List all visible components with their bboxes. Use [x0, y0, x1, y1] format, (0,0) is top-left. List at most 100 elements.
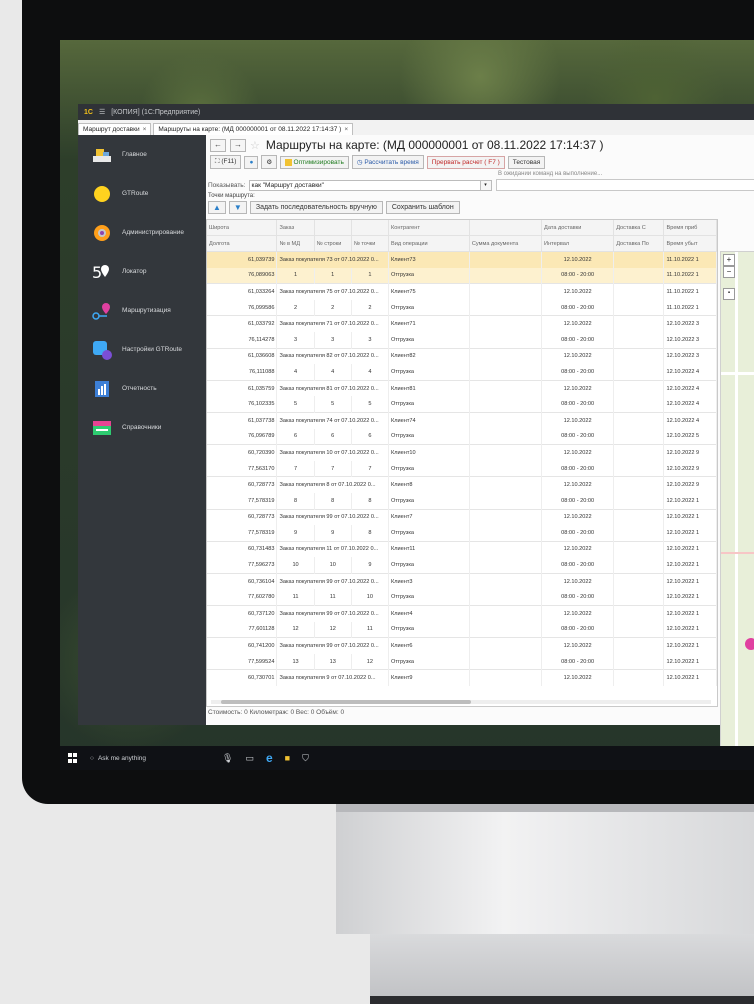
back-button[interactable]: ←	[210, 138, 226, 152]
task-view-icon[interactable]: ▭	[245, 753, 254, 764]
sidebar-item-gtroute[interactable]: GTRoute	[78, 174, 206, 213]
column-header[interactable]: Широта	[207, 220, 278, 236]
column-header[interactable]	[469, 220, 543, 236]
move-down-button[interactable]: ▼	[228, 201, 247, 214]
column-header[interactable]: Время убыт	[663, 235, 717, 252]
table-row[interactable]: 60,737120 Заказ покупателя 99 от 07.10.20…	[207, 605, 717, 622]
optimize-button[interactable]: ▬ Оптимизировать	[280, 155, 349, 169]
command-field[interactable]	[496, 179, 754, 191]
tab-delivery-route[interactable]: Маршрут доставки ×	[78, 123, 152, 135]
column-header[interactable]	[351, 220, 389, 236]
table-row[interactable]: 76,099586 2 2 2 Отгрузка 08:00 - 20:00 11.10.2…	[207, 299, 717, 316]
show-select[interactable]: как "Маршрут доставки" ▾	[248, 180, 492, 191]
table-row[interactable]: 61,037738 Заказ покупателя 74 от 07.10.20…	[207, 411, 717, 429]
table-cell: 4	[276, 364, 315, 381]
horizontal-scrollbar[interactable]	[211, 700, 711, 704]
table-row[interactable]: 61,036608 Заказ покупателя 82 от 07.10.20…	[207, 347, 717, 365]
sidebar-item-reports[interactable]: Отчетность	[78, 369, 206, 408]
table-row[interactable]: 61,039739 Заказ покупателя 73 от 07.10.20…	[207, 251, 717, 268]
sidebar-item-main[interactable]: Главное	[78, 135, 206, 174]
calculate-time-button[interactable]: ◷ Рассчитать время	[351, 155, 424, 169]
chevron-down-icon[interactable]: ▾	[479, 180, 492, 191]
sidebar-item-routing[interactable]: Маршрутизация	[78, 291, 206, 330]
save-template-button[interactable]: Сохранить шаблон	[385, 201, 460, 214]
table-row[interactable]: 77,578319 9 9 8 Отгрузка 08:00 - 20:00 12.10.2…	[207, 525, 717, 542]
windows-start-icon[interactable]	[68, 753, 78, 763]
table-row[interactable]: 77,601128 12 12 11 Отгрузка 08:00 - 20:00 12.1…	[207, 621, 717, 638]
favorite-star-icon[interactable]: ☆	[250, 139, 260, 152]
map-marker-icon[interactable]	[743, 636, 754, 652]
zoom-in-button[interactable]: +	[723, 254, 735, 266]
table-cell: Заказ покупателя 8 от 07.10.2022 0...	[276, 476, 389, 493]
column-header[interactable]: Доставка По	[613, 235, 665, 252]
show-selector-row: Показывать: как "Маршрут доставки" ▾	[208, 180, 492, 191]
column-header[interactable]: № точки	[351, 235, 389, 252]
table-cell: Отгрузка	[388, 557, 470, 574]
sidebar-item-locator[interactable]: 5 Локатор	[78, 252, 206, 291]
table-row[interactable]: 60,720390 Заказ покупателя 10 от 07.10.20…	[207, 444, 717, 461]
table-cell: 3	[276, 331, 315, 349]
column-header[interactable]: Доставка С	[613, 220, 665, 236]
column-header[interactable]: Интервал	[541, 235, 615, 252]
table-row[interactable]: 60,730701 Заказ покупателя 9 от 07.10.202…	[207, 669, 717, 687]
table-row[interactable]: 61,033792 Заказ покупателя 71 от 07.10.20…	[207, 315, 717, 332]
table-row[interactable]: 76,111088 4 4 4 Отгрузка 08:00 - 20:00 12.10.2…	[207, 364, 717, 381]
table-row[interactable]: 77,578319 8 8 8 Отгрузка 08:00 - 20:00 12.10.2…	[207, 492, 717, 509]
column-header[interactable]: Сумма документа	[469, 235, 543, 252]
column-header[interactable]: Время приб	[663, 220, 717, 236]
settings-button[interactable]: ⚙	[261, 155, 278, 169]
table-row[interactable]: 60,731483 Заказ покупателя 11 от 07.10.20…	[207, 540, 717, 558]
edge-icon[interactable]: e	[266, 751, 273, 765]
sidebar-item-catalogs[interactable]: Справочники	[78, 408, 206, 447]
column-header[interactable]: Долгота	[207, 235, 278, 252]
map-panel[interactable]: + − ▪	[720, 251, 754, 753]
column-header[interactable]: Вид операции	[388, 235, 470, 252]
test-button[interactable]: Тестовая	[507, 155, 546, 169]
table-row[interactable]: 76,114278 3 3 3 Отгрузка 08:00 - 20:00 12.10.2…	[207, 331, 717, 349]
table-row[interactable]: 76,102335 5 5 5 Отгрузка 08:00 - 20:00 12.10.2…	[207, 396, 717, 413]
table-cell: Отгрузка	[388, 396, 470, 413]
column-header[interactable]: № в МД	[276, 235, 315, 252]
table-row[interactable]: 77,596273 10 10 9 Отгрузка 08:00 - 20:00 12.10…	[207, 557, 717, 574]
column-header[interactable]: Заказ	[276, 220, 315, 236]
table-row[interactable]: 60,736104 Заказ покупателя 99 от 07.10.20…	[207, 572, 717, 590]
column-header[interactable]: № строки	[314, 235, 352, 252]
map-layers-icon[interactable]: ▪	[723, 288, 735, 300]
table-row[interactable]: 77,602780 11 11 10 Отгрузка 08:00 - 20:00 12.1…	[207, 589, 717, 606]
close-icon[interactable]: ×	[143, 126, 147, 133]
zoom-out-button[interactable]: −	[723, 266, 735, 278]
tab-routes-on-map[interactable]: Маршруты на карте: (МД 000000001 от 08.1…	[153, 123, 354, 135]
table-row[interactable]: 76,089063 1 1 1 Отгрузка 08:00 - 20:00 11.10.2…	[207, 267, 717, 284]
table-row[interactable]: 60,728773 Заказ покупателя 99 от 07.10.20…	[207, 508, 717, 526]
forward-button[interactable]: →	[230, 138, 246, 152]
column-header[interactable]: Контрагент	[388, 220, 470, 236]
table-row[interactable]: 60,728773 Заказ покупателя 8 от 07.10.202…	[207, 476, 717, 493]
table-row[interactable]: 77,599524 13 13 12 Отгрузка 08:00 - 20:00 12.1…	[207, 653, 717, 670]
set-order-manually-button[interactable]: Задать последовательность вручную	[249, 201, 383, 214]
abort-calculation-button[interactable]: Прервать расчет ( F7 )	[426, 155, 505, 169]
table-row[interactable]: 77,563170 7 7 7 Отгрузка 08:00 - 20:00 12.10.2…	[207, 460, 717, 477]
table-row[interactable]: 76,096789 6 6 6 Отгрузка 08:00 - 20:00 12.10.2…	[207, 428, 717, 445]
table-cell	[469, 428, 543, 445]
table-cell: Отгрузка	[388, 492, 470, 509]
search-icon[interactable]: ○	[90, 755, 94, 762]
taskbar-search[interactable]: Ask me anything	[98, 755, 146, 762]
column-header[interactable]: Дата доставки	[541, 220, 615, 236]
table-row[interactable]: 61,035759 Заказ покупателя 81 от 07.10.20…	[207, 379, 717, 397]
table-row[interactable]: 61,033264 Заказ покупателя 75 от 07.10.20…	[207, 283, 717, 300]
sidebar-item-gtroute-settings[interactable]: Настройки GTRoute	[78, 330, 206, 369]
microphone-icon[interactable]: 🎙	[222, 753, 233, 764]
menu-icon[interactable]: ☰	[99, 108, 105, 116]
folder-icon[interactable]: ■	[285, 753, 290, 763]
column-header[interactable]	[314, 220, 352, 236]
close-icon[interactable]: ×	[344, 126, 348, 133]
table-cell: 12.10.2022	[541, 572, 615, 590]
sidebar-item-administration[interactable]: Администрирование	[78, 213, 206, 252]
table-cell: Клиент3	[388, 572, 470, 590]
store-icon[interactable]: ⛉	[302, 753, 309, 764]
move-up-button[interactable]: ▲	[208, 201, 226, 214]
map-button[interactable]: ●	[244, 155, 259, 169]
table-row[interactable]: 60,741200 Заказ покупателя 99 от 07.10.20…	[207, 637, 717, 654]
scrollbar-thumb[interactable]	[221, 700, 471, 704]
fullscreen-button[interactable]: ⛶ (F11)	[210, 155, 242, 169]
